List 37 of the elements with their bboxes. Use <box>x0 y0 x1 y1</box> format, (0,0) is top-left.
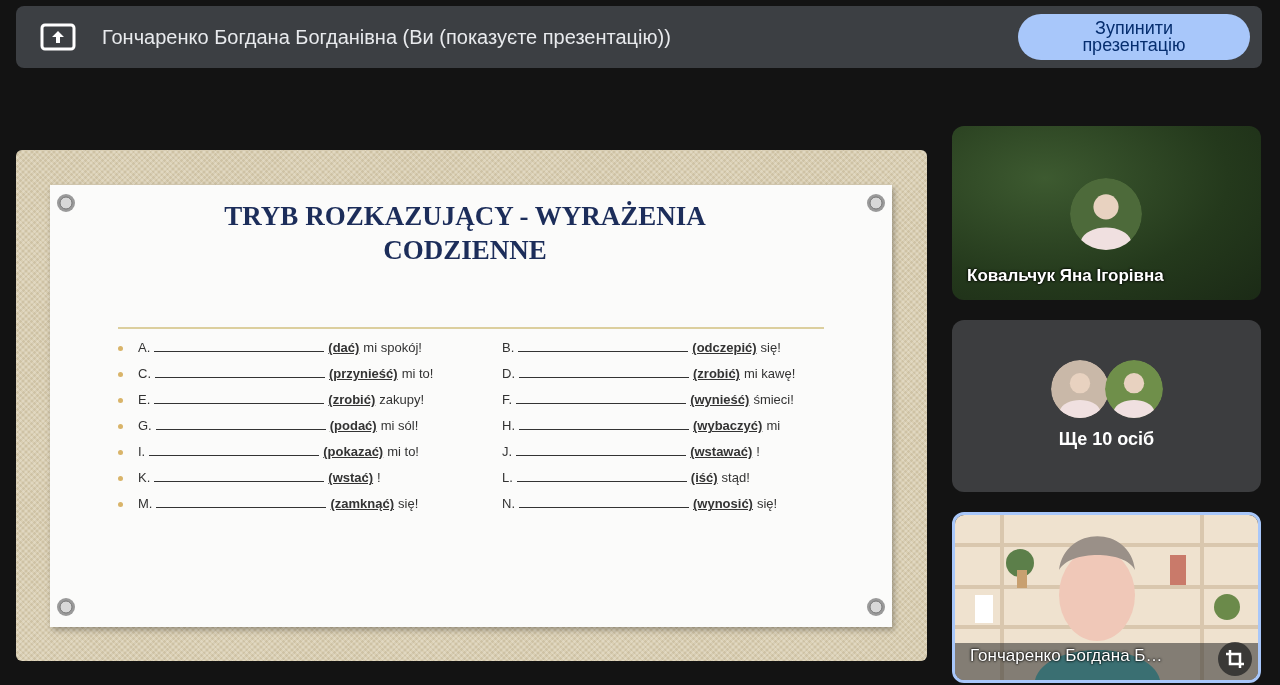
exercise-line: M. (zamknąć) się! <box>138 495 419 514</box>
screw-icon <box>56 597 76 617</box>
exercise-line: C. (przynieść) mi to! <box>138 365 434 384</box>
exercise-line: K. (wstać) ! <box>138 469 381 488</box>
exercise-line: E. (zrobić) zakupy! <box>138 391 425 410</box>
screw-icon <box>56 193 76 213</box>
bullet-icon <box>118 449 123 455</box>
screw-icon <box>866 597 886 617</box>
exercise-line: F. (wynieść) śmieci! <box>502 391 794 410</box>
more-participants-count: Ще 10 осіб <box>1058 427 1155 451</box>
slide-title: TRYB ROZKAZUJĄCY - WYRAŻENIA CODZIENNE <box>223 200 707 267</box>
bullet-icon <box>118 345 123 351</box>
exercise-line: H. (wybaczyć) mi <box>502 417 781 436</box>
bullet-icon <box>118 397 123 403</box>
exercise-line: B. (odczepić) się! <box>502 339 781 358</box>
avatar <box>1050 359 1109 418</box>
bullet-icon <box>118 475 123 481</box>
exercise-line: I. (pokazać) mi to! <box>138 443 419 462</box>
present-screen-icon <box>40 23 76 51</box>
bullet-icon <box>118 371 123 377</box>
bullet-icon <box>118 501 123 507</box>
participant-name: Ковальчук Яна Ігорівна <box>967 264 1164 287</box>
exercise-line: G. (podać) mi sól! <box>138 417 419 436</box>
exercise-line: L. (iść) stąd! <box>502 469 750 488</box>
exercise-line: D. (zrobić) mi kawę! <box>502 365 796 384</box>
more-participants-tile[interactable]: Ще 10 осіб <box>952 320 1261 492</box>
exercise-line: J. (wstawać) ! <box>502 443 760 462</box>
bullet-icon <box>118 423 123 429</box>
presenter-status: Гончаренко Богдана Богданівна (Ви (показуєте презентацію)) <box>102 25 672 50</box>
avatar <box>1070 178 1142 250</box>
screw-icon <box>866 193 886 213</box>
exercise-line: A. (dać) mi spokój! <box>138 339 422 358</box>
participant-name: Гончаренко Богдана Б… <box>970 644 1163 667</box>
avatar <box>1104 359 1163 418</box>
stop-presenting-button[interactable]: Зупинити презентацію <box>1018 14 1250 60</box>
exercise-line: N. (wynosić) się! <box>502 495 778 514</box>
crop-icon <box>1224 648 1246 670</box>
